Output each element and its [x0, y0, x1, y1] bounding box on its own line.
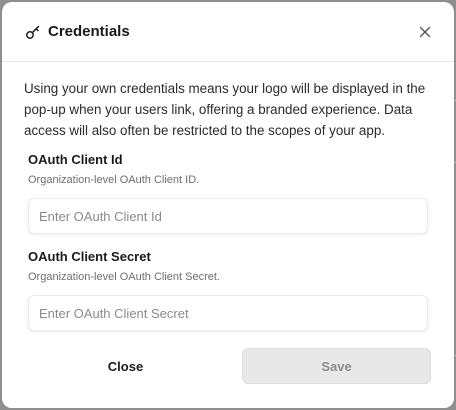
close-button[interactable]: Close	[24, 348, 227, 384]
intro-text: Using your own credentials means your lo…	[24, 81, 426, 138]
modal-header: Credentials	[2, 2, 454, 62]
modal-title: Credentials	[48, 23, 130, 40]
close-icon[interactable]	[418, 25, 432, 39]
modal-footer: Close Save	[2, 334, 454, 408]
client-secret-input[interactable]	[28, 295, 428, 331]
client-id-field-group: OAuth Client Id Organization-level OAuth…	[24, 151, 430, 234]
client-id-description: Organization-level OAuth Client ID.	[28, 174, 200, 186]
credentials-modal: Credentials Using your own credentials m…	[2, 2, 454, 408]
key-icon	[25, 24, 41, 40]
client-secret-field-group: OAuth Client Secret Organization-level O…	[24, 248, 430, 331]
client-id-input[interactable]	[28, 198, 428, 234]
save-button[interactable]: Save	[242, 348, 431, 384]
client-secret-description: Organization-level OAuth Client Secret.	[28, 271, 220, 283]
modal-body: Using your own credentials means your lo…	[2, 62, 454, 331]
client-secret-label: OAuth Client Secret	[28, 249, 151, 264]
client-id-label: OAuth Client Id	[28, 152, 123, 167]
